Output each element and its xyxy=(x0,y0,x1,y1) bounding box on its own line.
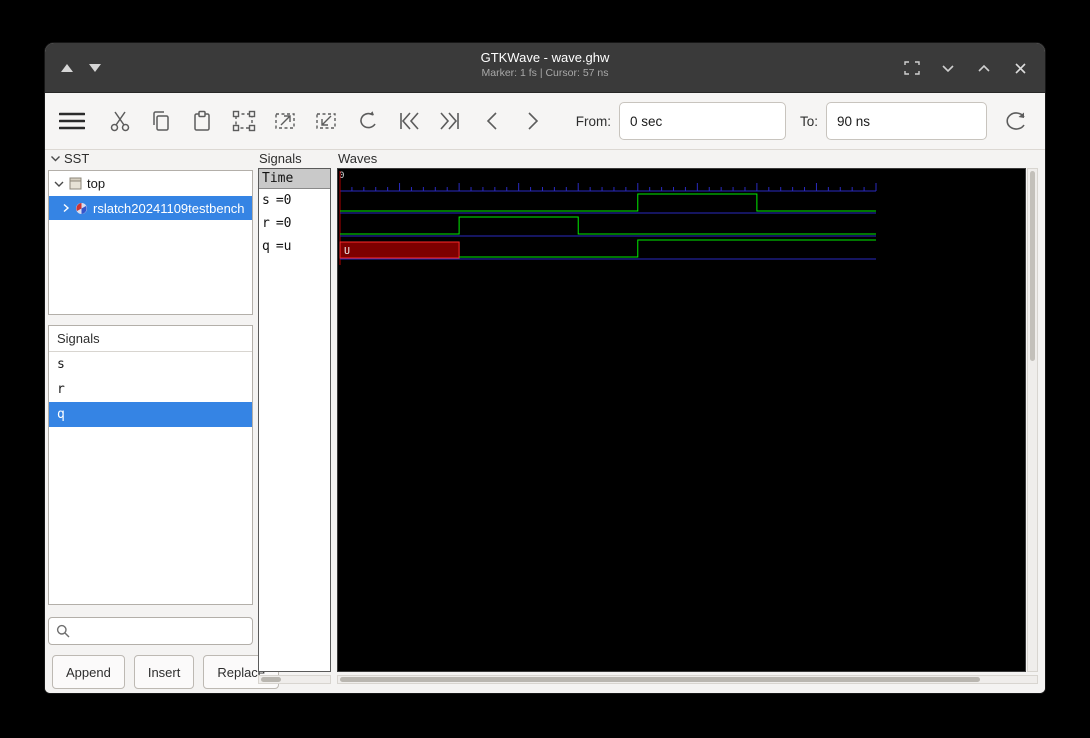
signal-browser-header: Signals xyxy=(49,326,252,352)
scrollbar-thumb[interactable] xyxy=(261,677,281,682)
search-icon xyxy=(56,624,70,638)
svg-text:U: U xyxy=(344,246,350,257)
signal-search[interactable] xyxy=(48,617,253,645)
signal-row-q[interactable]: q =u xyxy=(259,235,330,258)
signal-name: s xyxy=(262,193,270,208)
time-column-header[interactable]: Time xyxy=(259,169,330,189)
fullscreen-icon[interactable] xyxy=(901,57,923,79)
signal-name: q xyxy=(262,239,270,254)
minimize-chevron-down-icon[interactable] xyxy=(937,57,959,79)
chevron-down-icon xyxy=(54,181,64,187)
cut-icon[interactable] xyxy=(107,107,132,135)
zoom-out-icon[interactable] xyxy=(272,107,297,135)
tree-node-label: top xyxy=(87,176,106,191)
paste-icon[interactable] xyxy=(190,107,215,135)
sst-label: SST xyxy=(64,151,90,166)
names-horizontal-scrollbar[interactable] xyxy=(258,675,331,684)
undo-icon[interactable] xyxy=(355,107,380,135)
wave-vertical-scrollbar[interactable] xyxy=(1027,168,1038,672)
toolbar: From: To: xyxy=(45,93,1045,150)
wave-canvas[interactable]: 0U xyxy=(337,168,1026,672)
waves-panel-label: Waves xyxy=(338,151,378,166)
insert-button[interactable]: Insert xyxy=(133,655,195,689)
signal-name: r xyxy=(262,216,270,231)
zoom-in-icon[interactable] xyxy=(314,107,339,135)
from-label: From: xyxy=(575,113,611,129)
signal-browser: Signals s r q xyxy=(48,325,253,605)
main-content: SST top rslatch20241109testbench Signals… xyxy=(45,150,1045,693)
shift-right-icon[interactable] xyxy=(520,107,545,135)
signal-item-q[interactable]: q xyxy=(49,402,252,427)
window-title: GTKWave - wave.ghw xyxy=(480,50,610,65)
chevron-right-icon xyxy=(63,203,70,213)
reload-icon[interactable] xyxy=(1003,107,1029,135)
chevron-down-icon xyxy=(51,156,60,162)
from-input[interactable] xyxy=(619,102,786,140)
signal-value: =0 xyxy=(275,216,292,231)
scrollbar-thumb[interactable] xyxy=(1030,171,1035,361)
marker-cursor-status: Marker: 1 fs | Cursor: 57 ns xyxy=(481,67,609,79)
to-input[interactable] xyxy=(826,102,988,140)
signal-row-s[interactable]: s =0 xyxy=(259,189,330,212)
signal-item-s[interactable]: s xyxy=(49,352,252,377)
tree-node-label: rslatch20241109testbench xyxy=(93,200,245,216)
copy-icon[interactable] xyxy=(148,107,173,135)
signal-value: =u xyxy=(275,239,292,254)
signal-item-r[interactable]: r xyxy=(49,377,252,402)
sst-tree: top rslatch20241109testbench xyxy=(48,170,253,315)
scrollbar-thumb[interactable] xyxy=(340,677,980,682)
sst-header[interactable]: SST xyxy=(50,151,89,166)
signal-value: =0 xyxy=(275,193,292,208)
append-button[interactable]: Append xyxy=(52,655,125,689)
signal-names-panel: Time s =0 r =0 q =u xyxy=(258,168,331,672)
go-to-start-icon[interactable] xyxy=(396,107,421,135)
action-buttons: Append Insert Replace xyxy=(52,655,280,689)
titlebar: GTKWave - wave.ghw Marker: 1 fs | Cursor… xyxy=(45,43,1045,93)
close-icon[interactable] xyxy=(1009,57,1031,79)
wave-horizontal-scrollbar[interactable] xyxy=(337,675,1038,684)
entity-icon xyxy=(76,202,87,214)
tree-node-top[interactable]: top xyxy=(49,171,252,196)
shift-left-icon[interactable] xyxy=(479,107,504,135)
module-box-icon xyxy=(69,177,82,190)
gtkwave-window: GTKWave - wave.ghw Marker: 1 fs | Cursor… xyxy=(45,43,1045,693)
menu-hamburger-icon[interactable] xyxy=(58,107,85,135)
tree-node-testbench[interactable]: rslatch20241109testbench xyxy=(49,196,252,220)
signals-panel-label: Signals xyxy=(259,151,302,166)
maximize-chevron-up-icon[interactable] xyxy=(973,57,995,79)
search-input[interactable] xyxy=(76,619,252,643)
signal-row-r[interactable]: r =0 xyxy=(259,212,330,235)
zoom-fit-icon[interactable] xyxy=(231,107,256,135)
to-label: To: xyxy=(800,113,819,129)
go-to-end-icon[interactable] xyxy=(438,107,463,135)
